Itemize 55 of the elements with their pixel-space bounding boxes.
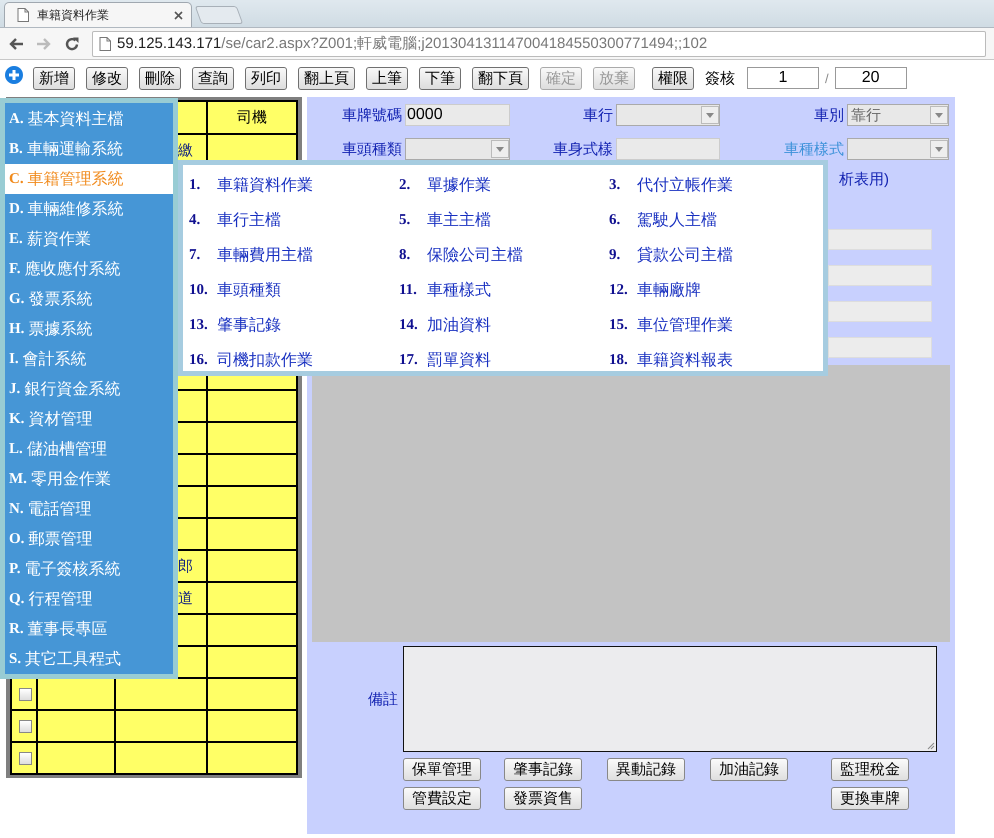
toolbar-button[interactable]: 下筆 — [419, 66, 461, 90]
field-label: 車牌號碼 — [341, 106, 402, 124]
remark-label: 備註 — [367, 690, 399, 708]
toolbar-button[interactable]: 權限 — [652, 66, 694, 90]
submenu-item[interactable]: 2. 單據作業 — [399, 168, 609, 203]
column-header: 司機 — [208, 102, 298, 135]
toolbar-button[interactable]: 修改 — [86, 66, 128, 90]
submenu-item[interactable]: 3. 代付立帳作業 — [609, 168, 819, 203]
submenu-item[interactable]: 9. 貸款公司主檔 — [609, 238, 819, 273]
input-field[interactable]: 0000 — [405, 104, 510, 126]
address-field[interactable]: 59.125.143.171/se/car2.aspx?Z001;軒威電腦;j201304131147004184550300771494;;102 — [92, 30, 986, 56]
browser-tab[interactable]: 車籍資料作業 — [4, 2, 192, 27]
submenu-item[interactable]: 16. 司機扣款作業 — [189, 343, 399, 378]
tab-title: 車籍資料作業 — [37, 6, 110, 24]
submenu-item[interactable]: 1. 車籍資料作業 — [189, 168, 399, 203]
toolbar-button[interactable]: 新增 — [33, 66, 75, 90]
submenu-item[interactable]: 15. 車位管理作業 — [609, 308, 819, 343]
toolbar-button[interactable]: 查詢 — [192, 66, 234, 90]
partial-label: 析表用) — [839, 170, 889, 190]
form-button[interactable]: 更換車牌 — [831, 787, 909, 810]
form-button[interactable]: 加油記錄 — [710, 758, 788, 781]
submenu-item[interactable]: 10. 車頭種類 — [189, 273, 399, 308]
approve-label: 簽核 — [705, 68, 735, 88]
form-button[interactable]: 發票資售 — [504, 787, 582, 810]
submenu-item[interactable]: 5. 車主主檔 — [399, 203, 609, 238]
submenu-item[interactable]: 7. 車輛費用主檔 — [189, 238, 399, 273]
toolbar-button[interactable]: 列印 — [245, 66, 287, 90]
field-label: 車身式樣 — [552, 140, 613, 158]
submenu-item[interactable]: 13. 肇事記錄 — [189, 308, 399, 343]
form-button[interactable]: 管費設定 — [403, 787, 481, 810]
form-button[interactable]: 保單管理 — [403, 758, 481, 781]
form-button[interactable]: 異動記錄 — [607, 758, 685, 781]
submenu-item[interactable]: 12. 車輛廠牌 — [609, 273, 819, 308]
field-label: 車種樣式 — [783, 140, 844, 158]
submenu-item[interactable]: 17. 罰單資料 — [399, 343, 609, 378]
field-label: 車行 — [582, 106, 613, 124]
field-label: 車別 — [813, 106, 844, 124]
total-field[interactable]: 20 — [834, 67, 907, 89]
toolbar-button[interactable]: 刪除 — [139, 66, 181, 90]
dropdown[interactable]: 靠行 — [847, 104, 949, 126]
field-label: 車頭種類 — [341, 140, 402, 158]
submenu-item[interactable]: 4. 車行主檔 — [189, 203, 399, 238]
toolbar-button[interactable]: 翻下頁 — [472, 66, 529, 90]
toolbar-button[interactable]: 翻上頁 — [298, 66, 355, 90]
submenu-item[interactable]: 8. 保險公司主檔 — [399, 238, 609, 273]
submenu-item[interactable]: 14. 加油資料 — [399, 308, 609, 343]
page-separator: / — [825, 70, 829, 86]
submenu-item[interactable]: 18. 車籍資料報表 — [609, 343, 819, 378]
url-text: 59.125.143.171/se/car2.aspx?Z001;軒威電腦;j201304131147004184550300771494;;102 — [117, 34, 708, 53]
form-button[interactable]: 肇事記錄 — [504, 758, 582, 781]
submenu-item[interactable]: 6. 駕駛人主檔 — [609, 203, 819, 238]
submenu-item[interactable]: 11. 車種樣式 — [399, 273, 609, 308]
form-button[interactable]: 監理稅金 — [831, 758, 909, 781]
page-field[interactable]: 1 — [747, 67, 819, 89]
toolbar-button[interactable]: 上筆 — [366, 66, 408, 90]
